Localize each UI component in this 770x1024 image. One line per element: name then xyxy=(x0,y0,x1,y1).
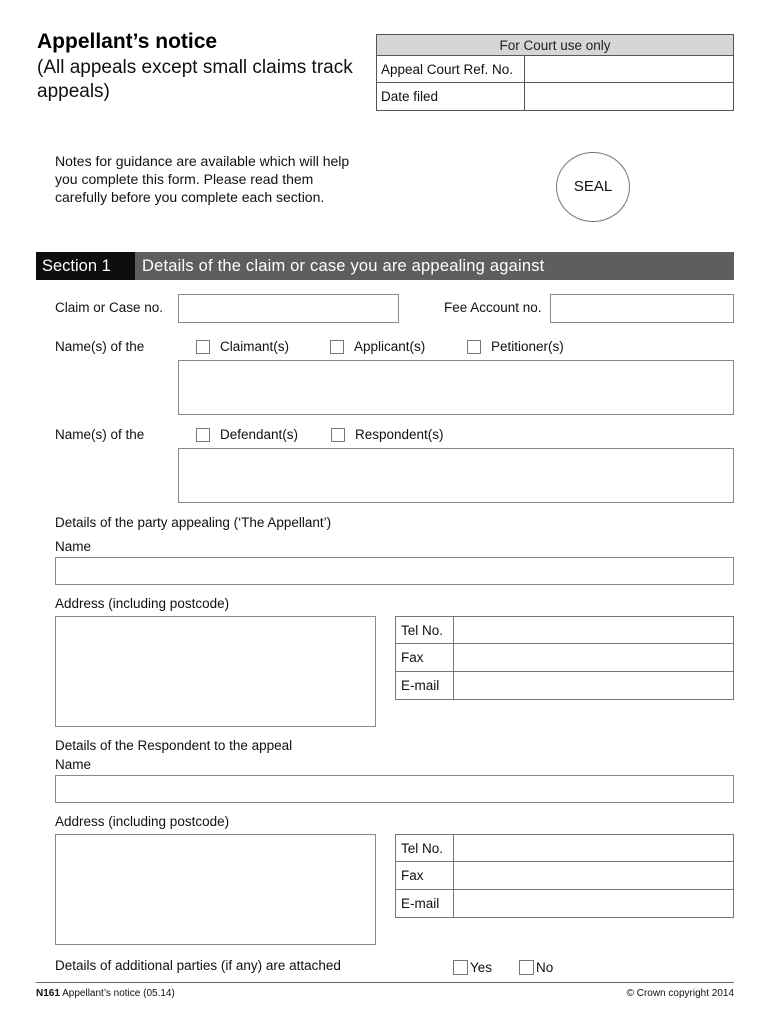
respondent-tel-input[interactable] xyxy=(454,835,733,861)
respondent-label: Respondent(s) xyxy=(355,427,444,442)
section-1-header: Section 1 Details of the claim or case y… xyxy=(36,252,734,280)
appellant-fax-input[interactable] xyxy=(454,644,733,670)
no-label: No xyxy=(536,960,554,975)
appellant-name-input[interactable] xyxy=(55,557,734,585)
claimant-option[interactable]: Claimant(s) xyxy=(196,339,289,354)
form-reference: N161 Appellant’s notice (05.14) xyxy=(36,988,175,999)
appeal-court-ref-field[interactable] xyxy=(525,56,733,82)
fax-label: Fax xyxy=(396,862,454,889)
appeal-court-ref-label: Appeal Court Ref. No. xyxy=(377,56,525,82)
seal-stamp: SEAL xyxy=(556,152,630,222)
claim-case-input[interactable] xyxy=(178,294,399,323)
respondent-fax-row: Fax xyxy=(396,862,733,890)
guidance-notes: Notes for guidance are available which w… xyxy=(55,153,350,205)
footer-divider xyxy=(36,982,734,983)
appellant-heading: Details of the party appealing (‘The App… xyxy=(55,515,332,530)
appellant-tel-row: Tel No. xyxy=(396,617,733,645)
section-title: Details of the claim or case you are app… xyxy=(135,252,734,280)
fax-label: Fax xyxy=(396,644,454,671)
fee-account-input[interactable] xyxy=(550,294,734,323)
additional-no-checkbox[interactable] xyxy=(519,960,534,975)
claim-case-label: Claim or Case no. xyxy=(55,300,164,315)
names-of-label: Name(s) of the xyxy=(55,339,145,354)
fee-account-label: Fee Account no. xyxy=(444,300,542,315)
petitioner-label: Petitioner(s) xyxy=(491,339,564,354)
additional-yes-option[interactable]: Yes xyxy=(453,960,492,975)
tel-label: Tel No. xyxy=(396,835,454,862)
respondent-email-input[interactable] xyxy=(454,890,733,917)
date-filed-label: Date filed xyxy=(377,83,525,110)
respondent-name-input[interactable] xyxy=(55,775,734,803)
respondent-heading: Details of the Respondent to the appeal xyxy=(55,738,293,753)
respondent-tel-row: Tel No. xyxy=(396,835,733,863)
appellant-address-label: Address (including postcode) xyxy=(55,596,230,611)
respondent-address-input[interactable] xyxy=(55,834,376,945)
names-of-label-2: Name(s) of the xyxy=(55,427,145,442)
tel-label: Tel No. xyxy=(396,617,454,644)
appellant-tel-input[interactable] xyxy=(454,617,733,643)
court-row-ref: Appeal Court Ref. No. xyxy=(377,56,733,83)
defendant-option[interactable]: Defendant(s) xyxy=(196,427,298,442)
applicant-checkbox[interactable] xyxy=(330,339,344,354)
appellant-address-input[interactable] xyxy=(55,616,376,727)
appellant-contact-table: Tel No. Fax E-mail xyxy=(395,616,734,700)
respondent-checkbox[interactable] xyxy=(331,427,345,442)
claimant-checkbox[interactable] xyxy=(196,339,210,354)
defendant-label: Defendant(s) xyxy=(220,427,299,442)
appellant-email-input[interactable] xyxy=(454,672,733,699)
respondent-address-label: Address (including postcode) xyxy=(55,814,230,829)
respondent-option[interactable]: Respondent(s) xyxy=(331,427,444,442)
additional-parties-label: Details of additional parties (if any) a… xyxy=(55,958,341,973)
applicant-label: Applicant(s) xyxy=(354,339,426,354)
copyright: © Crown copyright 2014 xyxy=(626,988,734,999)
form-subtitle: (All appeals except small claims track a… xyxy=(37,57,353,102)
petitioner-checkbox[interactable] xyxy=(467,339,481,354)
section-number: Section 1 xyxy=(36,252,135,280)
appellant-email-row: E-mail xyxy=(396,671,733,699)
appellant-name-label: Name xyxy=(55,539,92,554)
appellant-fax-row: Fax xyxy=(396,644,733,672)
yes-label: Yes xyxy=(470,960,493,975)
court-use-heading: For Court use only xyxy=(377,35,733,56)
email-label: E-mail xyxy=(396,889,454,917)
applicant-option[interactable]: Applicant(s) xyxy=(330,339,425,354)
respondent-email-row: E-mail xyxy=(396,889,733,917)
defendant-names-input[interactable] xyxy=(178,448,734,503)
court-row-date: Date filed xyxy=(377,83,733,110)
claimant-label: Claimant(s) xyxy=(220,339,290,354)
form-code: N161 xyxy=(36,988,60,999)
form-title: Appellant’s notice xyxy=(37,30,218,53)
defendant-checkbox[interactable] xyxy=(196,427,210,442)
respondent-name-label: Name xyxy=(55,757,92,772)
claimant-names-input[interactable] xyxy=(178,360,734,415)
court-use-box: For Court use only Appeal Court Ref. No.… xyxy=(376,34,734,111)
additional-yes-checkbox[interactable] xyxy=(453,960,468,975)
date-filed-field[interactable] xyxy=(525,83,733,110)
respondent-fax-input[interactable] xyxy=(454,862,733,888)
email-label: E-mail xyxy=(396,671,454,699)
petitioner-option[interactable]: Petitioner(s) xyxy=(467,339,564,354)
respondent-contact-table: Tel No. Fax E-mail xyxy=(395,834,734,918)
form-name: Appellant’s notice (05.14) xyxy=(59,988,175,999)
additional-no-option[interactable]: No xyxy=(519,960,553,975)
